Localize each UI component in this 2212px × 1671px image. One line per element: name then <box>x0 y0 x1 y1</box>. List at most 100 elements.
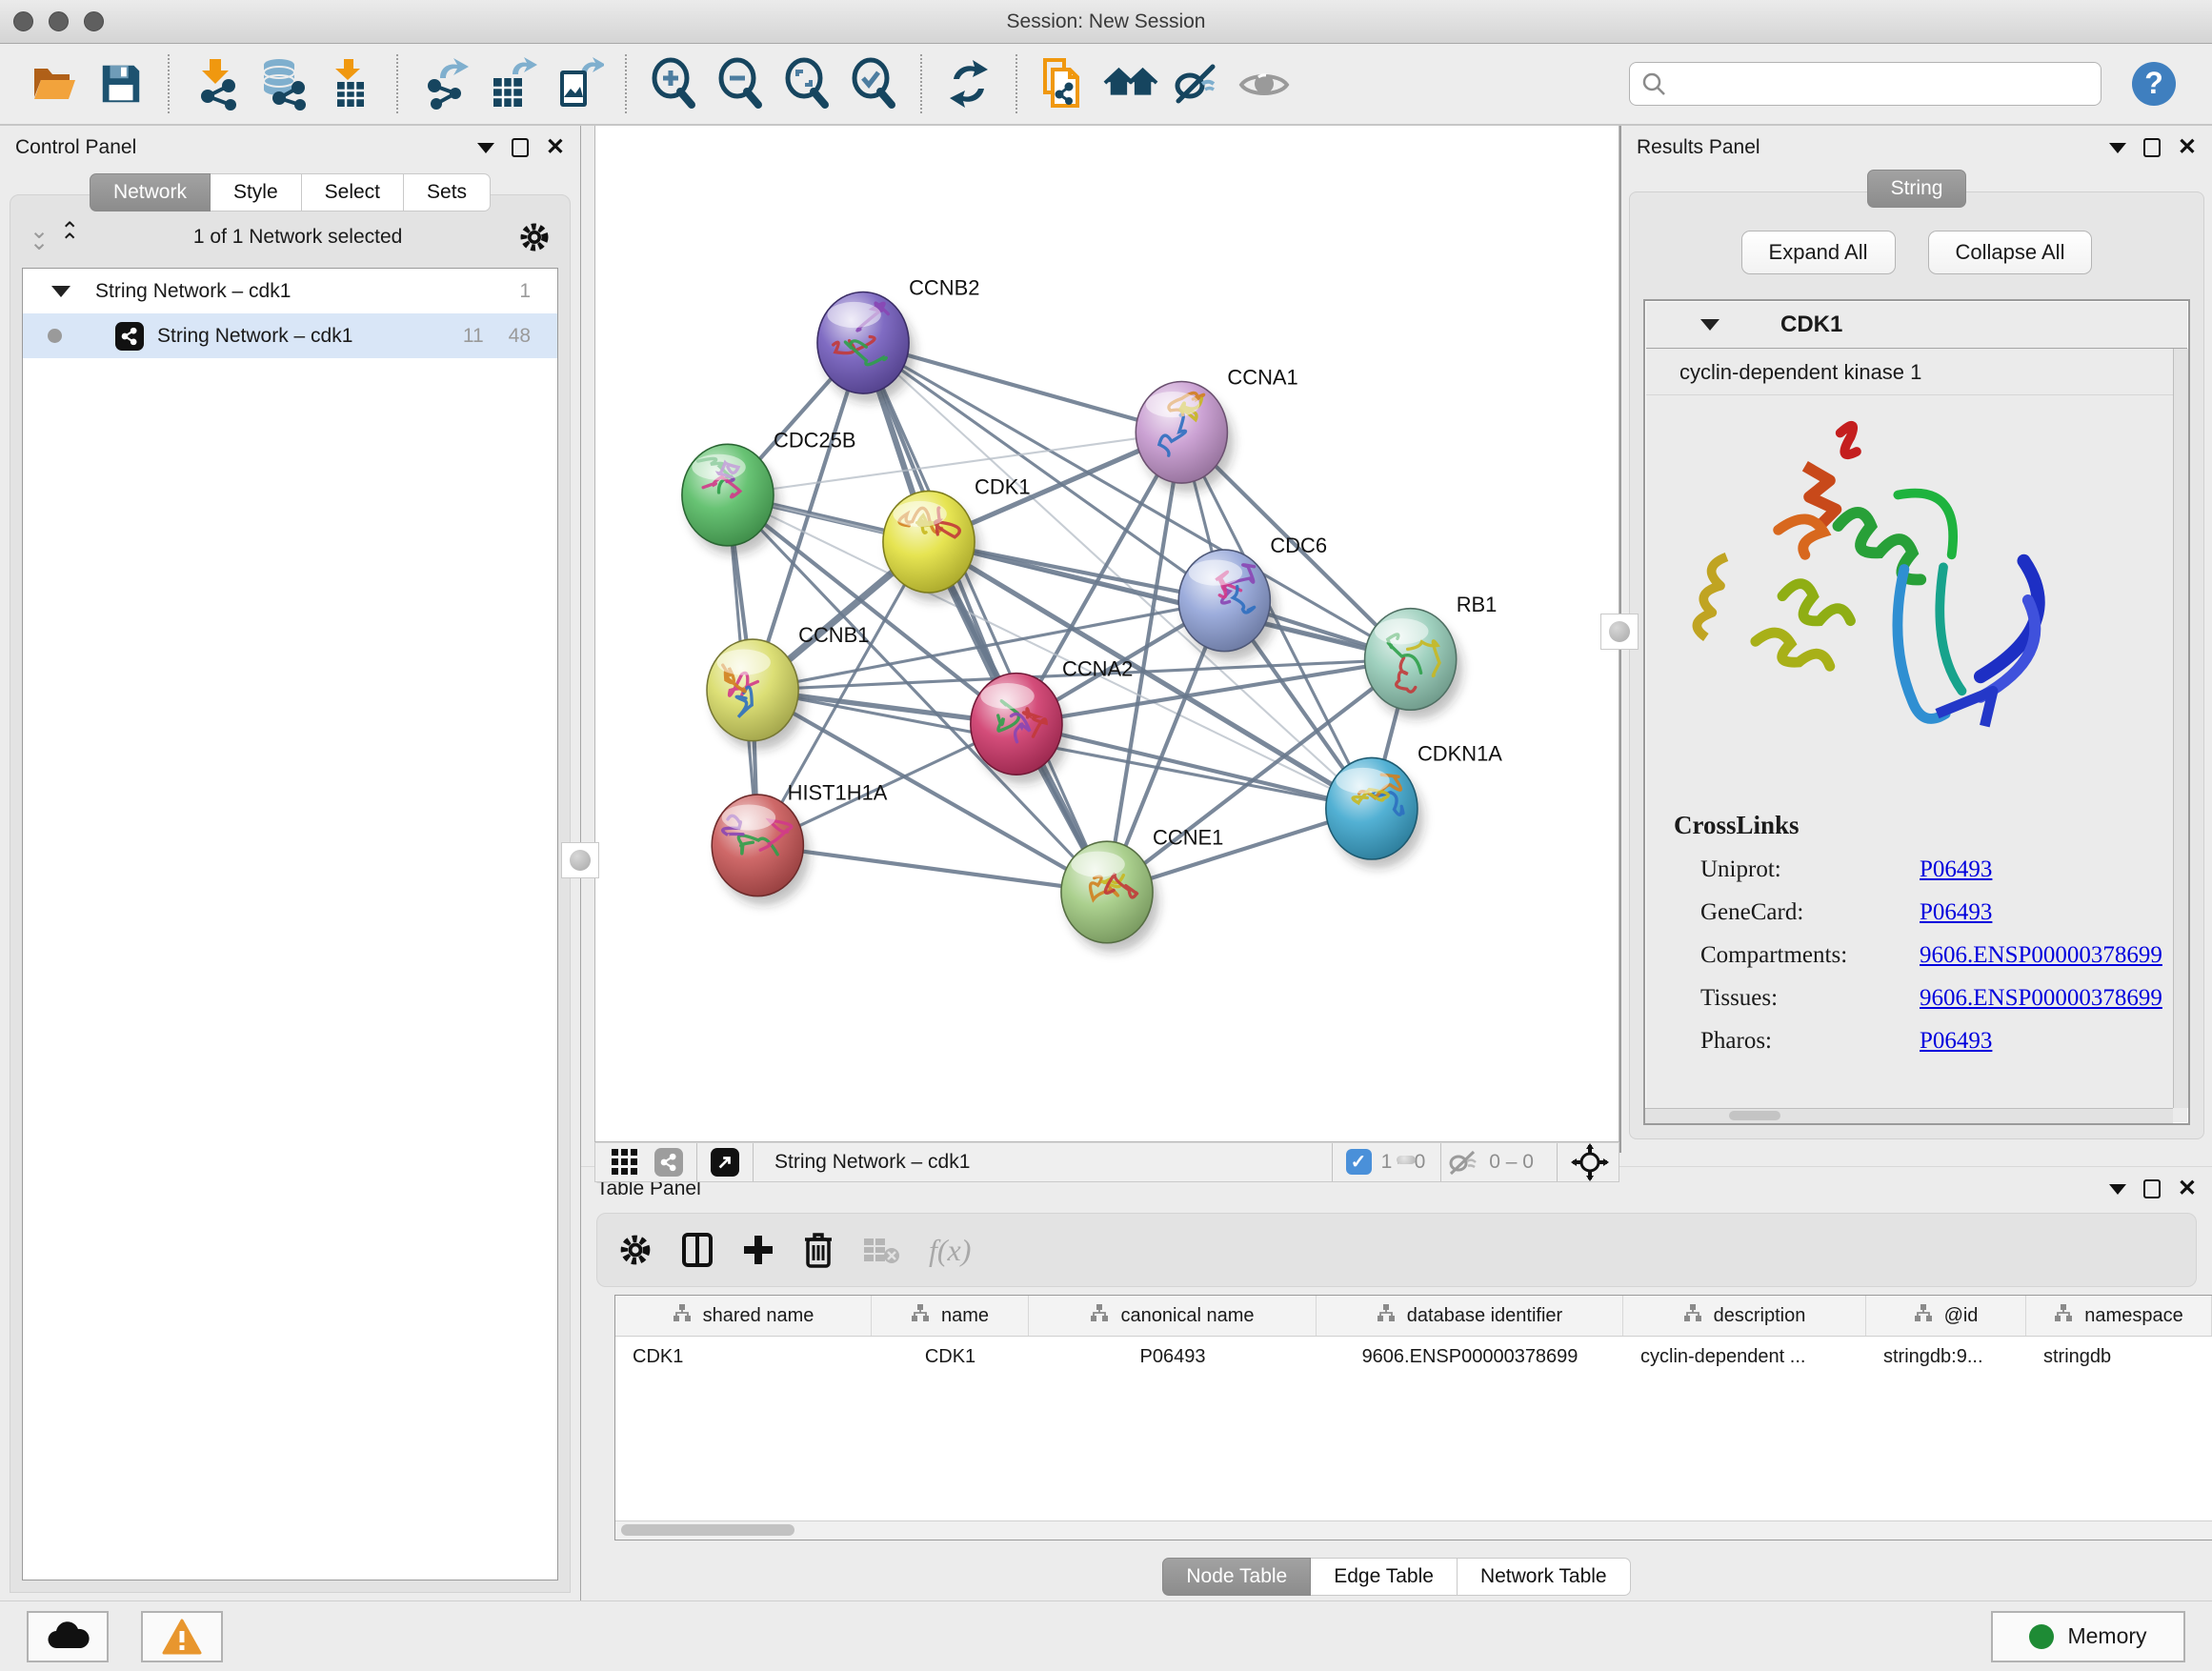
help-button[interactable]: ? <box>2126 55 2182 112</box>
tab-network-table[interactable]: Network Table <box>1458 1558 1631 1596</box>
panel-menu-icon[interactable] <box>2109 1184 2126 1195</box>
export-image-button[interactable] <box>551 55 606 112</box>
expand-all-networks-icon[interactable]: ⌃⌃ <box>60 226 77 249</box>
column-header-description[interactable]: description <box>1623 1296 1866 1336</box>
panel-close-icon[interactable]: ✕ <box>2178 1178 2197 1200</box>
collapse-all-button[interactable]: Collapse All <box>1928 231 2093 274</box>
tab-node-table[interactable]: Node Table <box>1162 1558 1311 1596</box>
column-header-namespace[interactable]: namespace <box>2026 1296 2212 1336</box>
export-network-button[interactable] <box>417 55 473 112</box>
table-horizontal-scrollbar[interactable] <box>615 1520 2212 1540</box>
collapse-all-networks-icon[interactable]: ⌄⌄ <box>30 226 47 249</box>
tab-style[interactable]: Style <box>211 173 302 211</box>
column-header-@id[interactable]: @id <box>1866 1296 2026 1336</box>
eye-icon <box>1237 60 1291 108</box>
network-node-RB1[interactable] <box>1365 609 1462 719</box>
network-edges <box>728 343 1411 893</box>
crosslink-link[interactable]: P06493 <box>1920 899 1992 926</box>
table-cell[interactable]: 9606.ENSP00000378699 <box>1317 1337 1623 1378</box>
network-view: CCNB2CCNA1CDC25BCDK1CDC6RB1CCNB1CCNA2CDK… <box>581 126 1619 1153</box>
network-node-CDK1[interactable] <box>883 491 980 601</box>
table-cell[interactable]: stringdb:9... <box>1866 1337 2026 1378</box>
network-node-CCNA1[interactable] <box>1136 381 1233 492</box>
table-row[interactable]: CDK1CDK1P064939606.ENSP00000378699cyclin… <box>615 1337 2212 1378</box>
network-node-CDC25B[interactable] <box>682 444 779 554</box>
delete-column-trash-icon[interactable] <box>803 1232 834 1268</box>
zoom-in-button[interactable] <box>646 55 701 112</box>
scrollbar-thumb[interactable] <box>621 1524 794 1536</box>
save-session-button[interactable] <box>93 55 149 112</box>
import-network-file-button[interactable] <box>189 55 244 112</box>
network-node-CCNA2[interactable] <box>971 674 1068 784</box>
table-cell[interactable]: CDK1 <box>872 1337 1029 1378</box>
splitter-grip-icon[interactable] <box>1397 1156 1416 1164</box>
table-cell[interactable]: cyclin-dependent ... <box>1623 1337 1866 1378</box>
protein-collapse-icon[interactable] <box>1700 319 1719 331</box>
tab-string[interactable]: String <box>1867 170 1967 208</box>
show-eye-button[interactable] <box>1237 55 1292 112</box>
search-input[interactable] <box>1674 73 2089 95</box>
tab-edge-table[interactable]: Edge Table <box>1311 1558 1458 1596</box>
search-box <box>1629 62 2101 106</box>
zoom-fit-button[interactable] <box>779 55 835 112</box>
cloud-button[interactable] <box>27 1611 109 1662</box>
results-vertical-scrollbar[interactable] <box>2173 349 2188 1108</box>
network-collection-row[interactable]: String Network – cdk1 1 <box>23 269 557 313</box>
show-columns-icon[interactable] <box>681 1232 714 1268</box>
results-horizontal-scrollbar[interactable] <box>1645 1108 2173 1123</box>
results-panel: Results Panel ✕ String Expand All Collap… <box>1619 126 2212 1153</box>
crosslink-link[interactable]: P06493 <box>1920 1028 1992 1055</box>
column-header-name[interactable]: name <box>872 1296 1029 1336</box>
table-cell[interactable]: stringdb <box>2026 1337 2212 1378</box>
memory-status-dot-icon <box>2029 1624 2054 1649</box>
panel-close-icon[interactable]: ✕ <box>546 136 565 159</box>
tab-select[interactable]: Select <box>302 173 404 211</box>
network-node-CCNB2[interactable] <box>817 292 915 402</box>
network-canvas[interactable]: CCNB2CCNA1CDC25BCDK1CDC6RB1CCNB1CCNA2CDK… <box>594 126 1619 1142</box>
protein-header-row[interactable]: CDK1 <box>1645 301 2188 349</box>
open-session-button[interactable] <box>27 55 82 112</box>
column-header-shared-name[interactable]: shared name <box>615 1296 872 1336</box>
horizontal-splitter[interactable] <box>581 1153 2212 1166</box>
glasses-slash-icon <box>1171 59 1224 109</box>
panel-close-icon[interactable]: ✕ <box>2178 136 2197 159</box>
column-header-database-identifier[interactable]: database identifier <box>1317 1296 1623 1336</box>
tab-sets[interactable]: Sets <box>404 173 491 211</box>
export-table-button[interactable] <box>484 55 539 112</box>
network-node-CCNE1[interactable] <box>1061 841 1158 952</box>
hide-glasses-button[interactable] <box>1170 55 1225 112</box>
panel-float-icon[interactable] <box>2143 1179 2161 1198</box>
collection-expander-icon[interactable] <box>51 286 70 297</box>
network-node-HIST1H1A[interactable] <box>712 795 809 905</box>
import-table-file-button[interactable] <box>322 55 377 112</box>
column-header-canonical-name[interactable]: canonical name <box>1029 1296 1317 1336</box>
memory-button[interactable]: Memory <box>1991 1611 2185 1662</box>
add-column-plus-icon[interactable] <box>742 1234 774 1266</box>
crosslink-link[interactable]: 9606.ENSP00000378699 <box>1920 985 2162 1012</box>
zoom-selected-button[interactable] <box>846 55 901 112</box>
apply-style-button[interactable] <box>941 55 996 112</box>
network-row[interactable]: String Network – cdk1 11 48 <box>23 313 557 358</box>
tab-network[interactable]: Network <box>90 173 211 211</box>
network-node-CDC6[interactable] <box>1178 550 1276 660</box>
panel-float-icon[interactable] <box>2143 138 2161 157</box>
clone-network-button[interactable] <box>1036 55 1092 112</box>
panel-menu-icon[interactable] <box>477 143 494 153</box>
table-cell[interactable]: CDK1 <box>615 1337 872 1378</box>
table-cell[interactable]: P06493 <box>1029 1337 1317 1378</box>
table-options-gear-icon[interactable] <box>618 1233 653 1267</box>
control-panel-splitter-handle[interactable] <box>561 842 599 878</box>
import-network-database-button[interactable] <box>255 55 311 112</box>
crosslink-link[interactable]: P06493 <box>1920 856 1992 883</box>
node-label-CCNA2: CCNA2 <box>1062 657 1133 681</box>
panel-float-icon[interactable] <box>512 138 529 157</box>
string-home-button[interactable] <box>1103 55 1158 112</box>
network-node-CDKN1A[interactable] <box>1326 757 1423 868</box>
network-options-gear-icon[interactable] <box>518 221 551 253</box>
warning-button[interactable] <box>141 1611 223 1662</box>
crosslink-link[interactable]: 9606.ENSP00000378699 <box>1920 942 2162 969</box>
expand-all-button[interactable]: Expand All <box>1741 231 1896 274</box>
zoom-out-button[interactable] <box>713 55 768 112</box>
network-splitter-handle[interactable] <box>1600 614 1639 650</box>
panel-menu-icon[interactable] <box>2109 143 2126 153</box>
